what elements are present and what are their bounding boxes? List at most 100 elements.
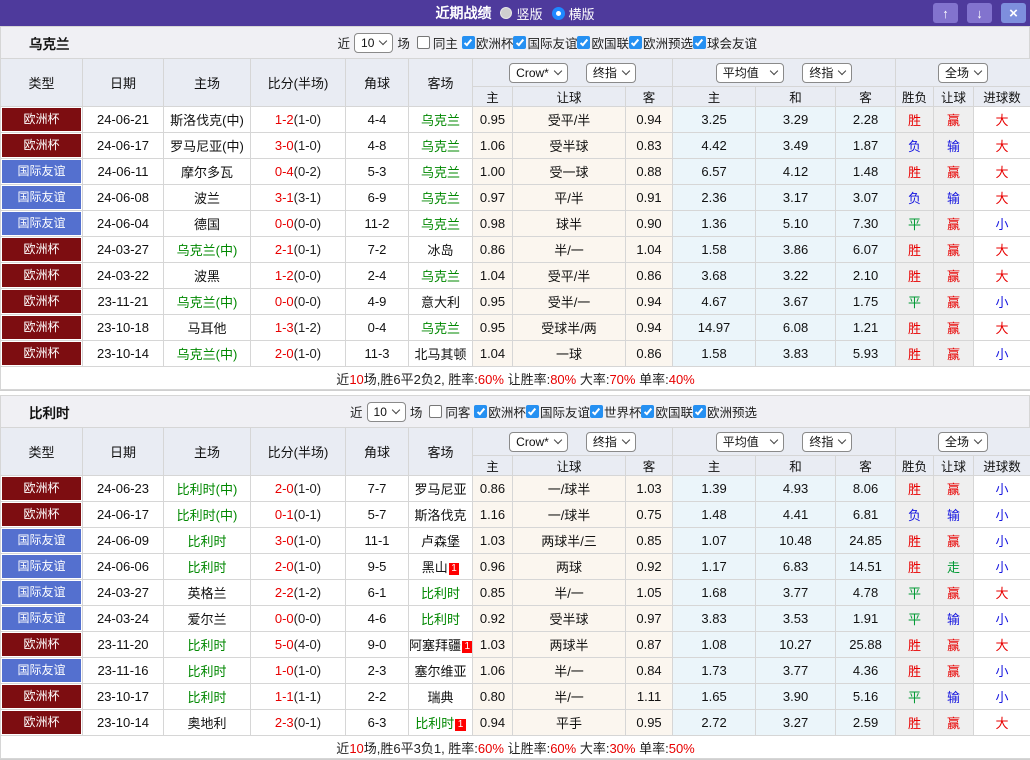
result-wdl: 胜 [896, 476, 934, 502]
home-team: 波兰 [164, 185, 251, 211]
odds-stage-select[interactable]: 终指 [586, 63, 636, 83]
fulltime-score: 3-0 [275, 138, 294, 153]
score: 1-2(1-0) [251, 107, 346, 133]
same-home-checkbox[interactable]: 同主 [410, 33, 458, 52]
corner-score: 5-7 [346, 502, 409, 528]
home-team: 奥地利 [164, 710, 251, 736]
home-team-name: 德国 [194, 217, 220, 232]
result-handicap: 赢 [934, 289, 974, 315]
competition-checkbox[interactable]: 欧洲预选 [693, 402, 757, 421]
score: 2-0(1-0) [251, 341, 346, 367]
euro-home-odds: 1.48 [673, 502, 756, 528]
result-handicap: 赢 [934, 710, 974, 736]
competition-checkbox[interactable]: 欧国联 [577, 33, 629, 52]
competition-checkbox[interactable]: 欧洲预选 [629, 33, 693, 52]
competition-badge: 欧洲杯 [2, 477, 81, 500]
halftime-score: (1-0) [294, 663, 321, 678]
match-date: 23-11-20 [83, 632, 164, 658]
fulltime-score: 0-4 [275, 164, 294, 179]
competition-checkbox[interactable]: 欧洲杯 [474, 402, 526, 421]
euro-draw-odds: 3.22 [756, 263, 836, 289]
match-count-select[interactable]: 10 [354, 33, 393, 53]
match-count-select[interactable]: 10 [367, 402, 406, 422]
competition-checkbox[interactable]: 国际友谊 [513, 33, 577, 52]
euro-away-odds: 1.75 [836, 289, 896, 315]
asian-home-odds: 0.80 [473, 684, 513, 710]
asian-home-odds: 1.04 [473, 341, 513, 367]
away-team: 乌克兰 [409, 263, 473, 289]
away-team-name: 罗马尼亚 [414, 482, 466, 497]
average-select[interactable]: 平均值 [716, 63, 785, 83]
result-wdl: 胜 [896, 710, 934, 736]
radio-vertical-layout[interactable]: 竖版 [500, 4, 542, 23]
result-goals: 小 [974, 684, 1030, 710]
scope-select[interactable]: 全场 [938, 432, 988, 452]
away-team-name: 乌克兰 [421, 191, 460, 206]
match-row: 国际友谊24-06-09比利时3-0(1-0)11-1卢森堡1.03两球半/三0… [1, 528, 1030, 554]
checkbox-label: 欧洲杯 [488, 402, 526, 421]
scope-select[interactable]: 全场 [938, 63, 988, 83]
away-team: 阿塞拜疆1 [409, 632, 473, 658]
competition-cell: 欧洲杯 [1, 133, 83, 159]
halftime-score: (1-0) [294, 138, 321, 153]
result-wdl: 平 [896, 289, 934, 315]
corner-score: 5-3 [346, 159, 409, 185]
bookmaker-select[interactable]: Crow* [509, 432, 568, 452]
halftime-score: (1-0) [294, 112, 321, 127]
asian-away-odds: 0.94 [626, 315, 673, 341]
same-away-checkbox[interactable]: 同客 [422, 402, 470, 421]
bookmaker-select[interactable]: Crow* [509, 63, 568, 83]
competition-checkbox[interactable]: 欧国联 [641, 402, 693, 421]
fulltime-score: 0-0 [275, 216, 294, 231]
euro-home-odds: 2.36 [673, 185, 756, 211]
competition-checkbox[interactable]: 欧洲杯 [462, 33, 514, 52]
handicap-line: 平/半 [513, 185, 626, 211]
competition-checkbox[interactable]: 球会友谊 [693, 33, 757, 52]
result-goals: 大 [974, 580, 1030, 606]
result-handicap: 输 [934, 133, 974, 159]
away-team-name: 比利时 [421, 586, 460, 601]
checkbox-checked-icon [693, 36, 706, 49]
competition-badge: 国际友谊 [2, 529, 81, 552]
euro-draw-odds: 3.53 [756, 606, 836, 632]
home-team: 波黑 [164, 263, 251, 289]
result-handicap: 赢 [934, 237, 974, 263]
arrow-down-icon: ↓ [976, 6, 983, 21]
rank-badge: 1 [462, 641, 472, 653]
asian-away-odds: 0.85 [626, 528, 673, 554]
result-wdl: 胜 [896, 159, 934, 185]
summary-segment: 40% [669, 372, 695, 387]
handicap-line: 受半球 [513, 606, 626, 632]
move-up-button[interactable]: ↑ [933, 3, 958, 23]
competition-checkbox[interactable]: 世界杯 [590, 402, 642, 421]
competition-cell: 国际友谊 [1, 580, 83, 606]
result-wdl: 负 [896, 133, 934, 159]
home-team-name: 比利时(中) [177, 482, 238, 497]
odds-stage-select[interactable]: 终指 [586, 432, 636, 452]
asian-home-odds: 1.06 [473, 658, 513, 684]
checkbox-unchecked-icon [417, 36, 430, 49]
move-down-button[interactable]: ↓ [967, 3, 992, 23]
radio-horizontal-layout[interactable]: 横版 [552, 4, 595, 23]
result-goals: 大 [974, 159, 1030, 185]
euro-away-odds: 1.21 [836, 315, 896, 341]
result-handicap: 赢 [934, 476, 974, 502]
asian-away-odds: 0.94 [626, 289, 673, 315]
result-wdl: 胜 [896, 263, 934, 289]
result-goals: 大 [974, 263, 1030, 289]
competition-checkbox[interactable]: 国际友谊 [526, 402, 590, 421]
average-select[interactable]: 平均值 [716, 432, 785, 452]
result-handicap: 输 [934, 502, 974, 528]
score: 2-1(0-1) [251, 237, 346, 263]
close-button[interactable]: × [1001, 3, 1026, 23]
asian-home-odds: 0.95 [473, 107, 513, 133]
euro-stage-select[interactable]: 终指 [802, 432, 852, 452]
chevron-down-icon [554, 67, 562, 75]
halftime-score: (0-1) [294, 715, 321, 730]
euro-stage-select[interactable]: 终指 [802, 63, 852, 83]
match-row: 欧洲杯24-03-22波黑1-2(0-0)2-4乌克兰1.04受平/半0.863… [1, 263, 1030, 289]
home-team-name: 比利时 [187, 560, 226, 575]
result-wdl: 负 [896, 185, 934, 211]
fulltime-score: 1-0 [275, 663, 294, 678]
away-team-name: 乌克兰 [421, 165, 460, 180]
